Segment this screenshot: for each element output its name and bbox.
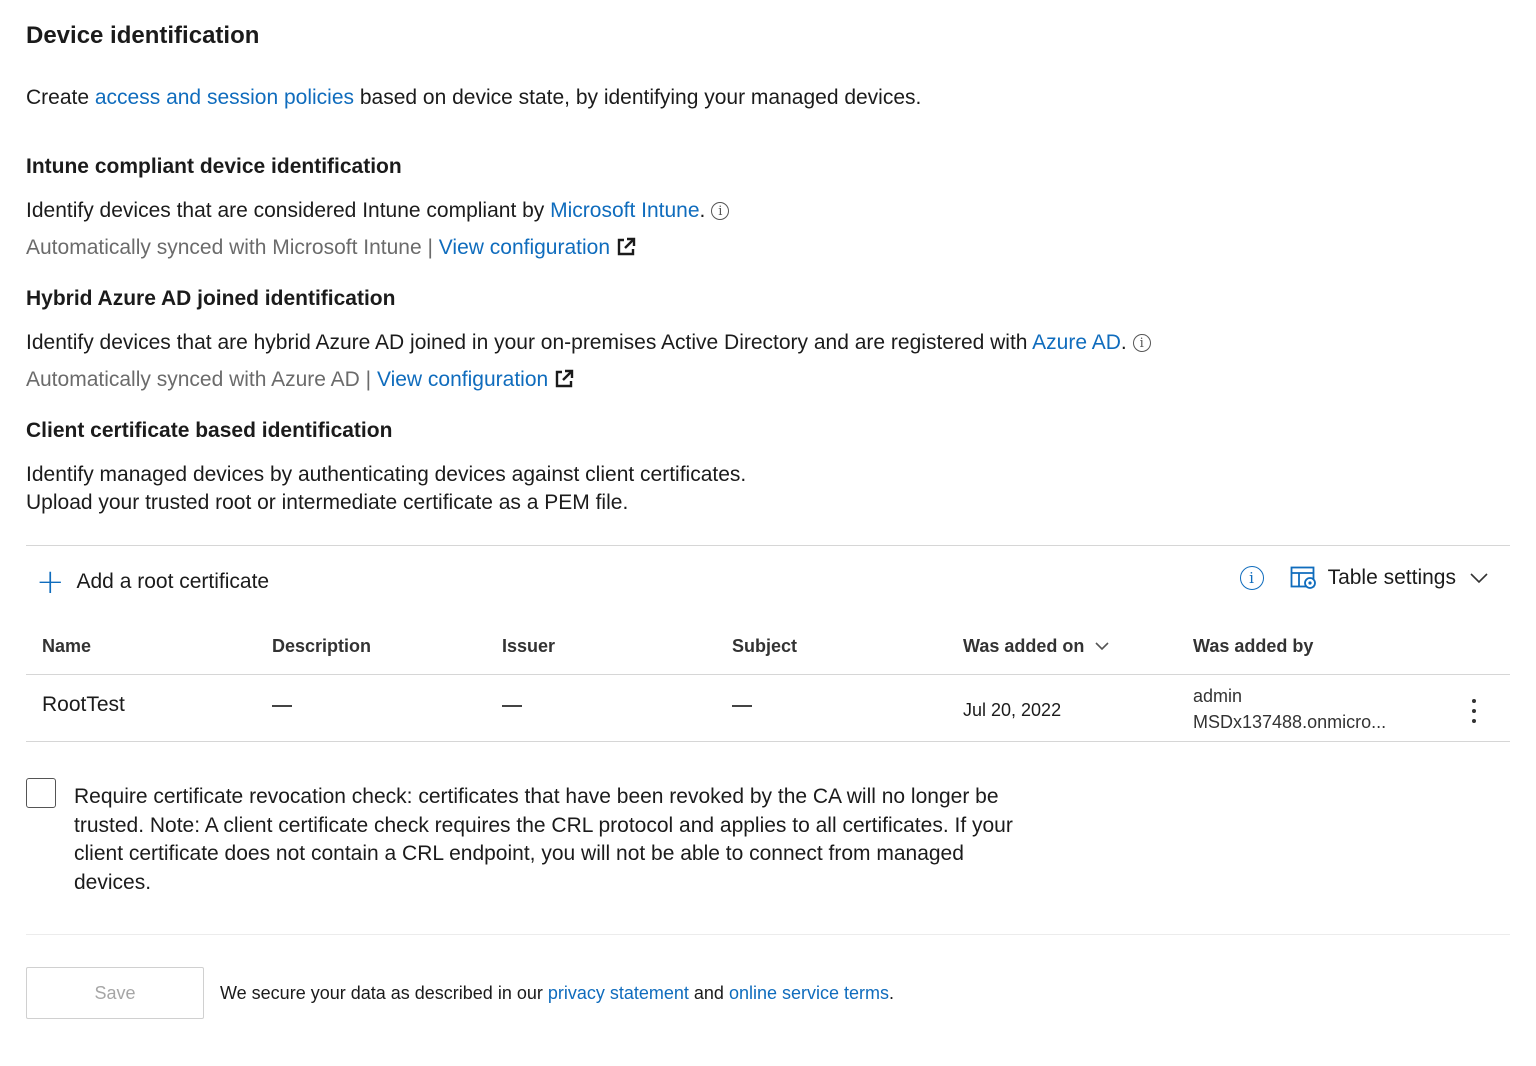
table-settings-icon: [1290, 566, 1316, 589]
microsoft-intune-link[interactable]: Microsoft Intune: [550, 199, 699, 222]
cell-added-by-domain: MSDx137488.onmicro...: [1193, 712, 1387, 732]
column-header-description[interactable]: Description: [272, 636, 371, 657]
page-title: Device identification: [26, 22, 260, 49]
access-session-policies-link[interactable]: access and session policies: [95, 86, 354, 109]
external-link-icon[interactable]: [554, 369, 574, 397]
client-cert-description-line1: Identify managed devices by authenticati…: [26, 463, 747, 486]
intune-view-configuration-link[interactable]: View configuration: [439, 236, 610, 259]
cell-subject-empty: [732, 705, 752, 707]
revocation-check-label: Require certificate revocation check: ce…: [74, 785, 1013, 894]
hybrid-sync-status: Automatically synced with Azure AD | Vie…: [26, 366, 574, 397]
divider: [26, 545, 1510, 546]
column-header-name[interactable]: Name: [42, 636, 91, 657]
more-vertical-icon[interactable]: [1466, 696, 1482, 726]
intune-sync-status: Automatically synced with Microsoft Intu…: [26, 234, 636, 265]
client-cert-heading: Client certificate based identification: [26, 419, 393, 442]
hybrid-heading: Hybrid Azure AD joined identification: [26, 287, 396, 310]
info-icon[interactable]: i: [711, 202, 730, 220]
intune-heading: Intune compliant device identification: [26, 155, 402, 178]
cell-issuer-empty: [502, 705, 522, 707]
online-service-terms-link[interactable]: online service terms: [729, 983, 889, 1003]
chevron-down-icon: [1095, 642, 1109, 651]
column-header-subject[interactable]: Subject: [732, 636, 797, 657]
divider: [26, 934, 1510, 935]
column-header-was-added-by[interactable]: Was added by: [1193, 636, 1313, 657]
column-header-issuer[interactable]: Issuer: [502, 636, 555, 657]
cell-added-by-user: admin: [1193, 686, 1243, 706]
save-button[interactable]: Save: [26, 967, 204, 1019]
privacy-footer: We secure your data as described in our …: [220, 983, 895, 1003]
revocation-check-checkbox[interactable]: [26, 778, 56, 808]
info-icon[interactable]: i: [1239, 566, 1264, 590]
external-link-icon[interactable]: [616, 237, 636, 265]
azure-ad-link[interactable]: Azure AD: [1032, 331, 1121, 354]
cell-added-on: Jul 20, 2022: [963, 700, 1062, 720]
intro-text: Create access and session policies based…: [26, 86, 922, 109]
hybrid-description: Identify devices that are hybrid Azure A…: [26, 329, 1151, 357]
column-header-was-added-on[interactable]: Was added on: [963, 636, 1109, 657]
chevron-down-icon: [1470, 573, 1488, 584]
privacy-statement-link[interactable]: privacy statement: [548, 983, 689, 1003]
add-root-certificate-button[interactable]: + Add a root certificate: [36, 562, 269, 602]
hybrid-view-configuration-link[interactable]: View configuration: [377, 368, 548, 391]
plus-icon: +: [36, 562, 65, 602]
cell-name: RootTest: [42, 693, 125, 716]
table-toolbar-right: i Table settings: [1239, 566, 1498, 590]
divider: [26, 674, 1510, 675]
info-icon[interactable]: i: [1132, 334, 1151, 352]
divider: [26, 741, 1510, 742]
intune-description: Identify devices that are considered Int…: [26, 197, 730, 225]
cell-description-empty: [272, 705, 292, 707]
client-cert-description-line2: Upload your trusted root or intermediate…: [26, 491, 629, 514]
table-settings-button[interactable]: Table settings: [1290, 566, 1498, 590]
